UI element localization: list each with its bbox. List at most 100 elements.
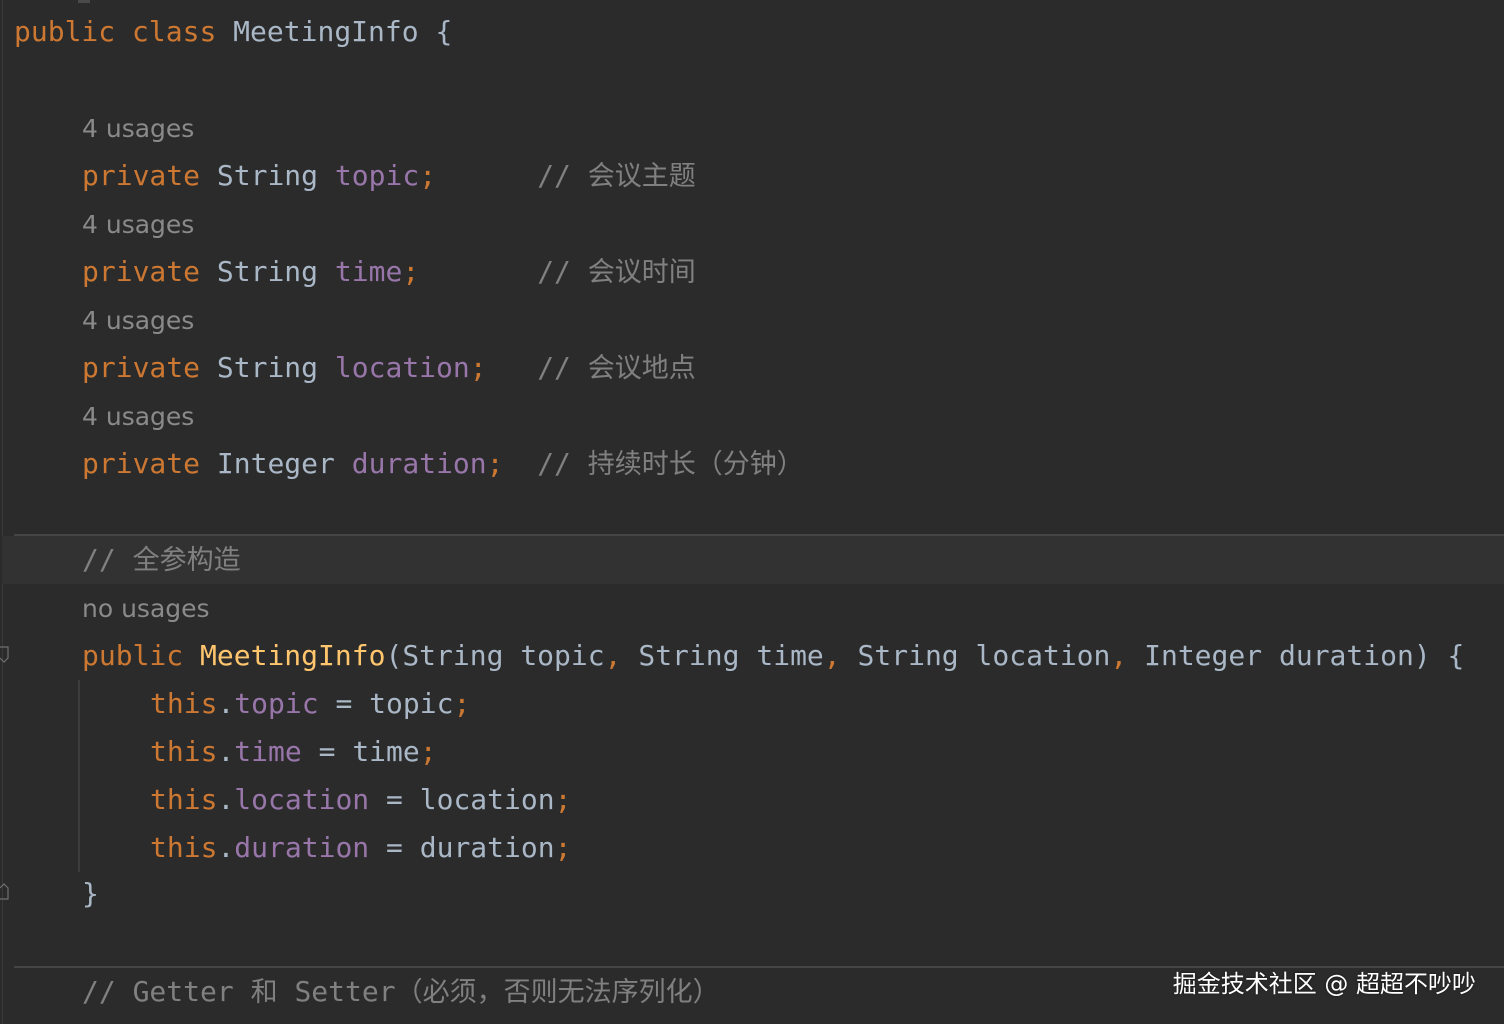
keyword-class: class	[132, 15, 217, 48]
alignment-space	[487, 351, 538, 384]
keyword-this: this	[150, 831, 218, 864]
assignment-line[interactable]: this.duration = duration;	[150, 828, 571, 868]
comment-getter: Getter	[132, 975, 234, 1008]
usages-hint[interactable]: no usages	[82, 591, 210, 627]
field-type: Integer	[216, 447, 335, 480]
assignment-line[interactable]: this.topic = topic;	[150, 684, 470, 724]
assigned-value: time	[352, 735, 420, 768]
field-line[interactable]: private String location; // 会议地点	[82, 348, 696, 388]
assign-op: =	[318, 687, 370, 720]
comment-slashes: //	[537, 255, 571, 288]
field-type: String	[216, 255, 319, 288]
param-name: time	[756, 639, 824, 672]
keyword-public: public	[82, 639, 184, 672]
field-type: String	[216, 351, 319, 384]
keyword-private: private	[82, 351, 201, 384]
comment-slashes: //	[537, 159, 571, 192]
constructor-signature-line[interactable]: public MeetingInfo(String topic, String …	[82, 636, 1464, 676]
comment-slashes: //	[537, 447, 571, 480]
semicolon: ;	[469, 351, 487, 384]
close-brace: }	[82, 877, 99, 910]
assigned-value: topic	[369, 687, 454, 720]
constructor-close-line[interactable]: }	[82, 874, 99, 914]
param-type: Integer	[1144, 639, 1263, 672]
assigned-value: location	[419, 783, 555, 816]
open-brace: {	[435, 15, 453, 48]
comma: ,	[823, 639, 841, 672]
assigned-value: duration	[419, 831, 555, 864]
constructor-comment: 全参构造	[132, 545, 241, 576]
keyword-this: this	[150, 735, 218, 768]
assignment-line[interactable]: this.location = location;	[150, 780, 571, 820]
field-ref: duration	[234, 831, 370, 864]
alignment-space	[419, 255, 537, 288]
close-paren-brace: ) {	[1413, 639, 1465, 672]
comma: ,	[1110, 639, 1128, 672]
alignment-space	[503, 447, 537, 480]
semicolon: ;	[419, 735, 437, 768]
watermark: 掘金技术社区 @ 超超不吵吵	[1172, 970, 1476, 998]
comment-note: （必须，否则无法序列化）	[395, 977, 720, 1008]
keyword-this: this	[150, 687, 218, 720]
getter-comment-line[interactable]: // Getter 和 Setter（必须，否则无法序列化）	[82, 972, 720, 1012]
usages-hint[interactable]: 4 usages	[82, 207, 194, 243]
assign-op: =	[369, 831, 420, 864]
semicolon: ;	[554, 831, 572, 864]
constructor-name: MeetingInfo	[200, 639, 386, 672]
class-declaration-line[interactable]: public class MeetingInfo {	[14, 12, 452, 52]
field-name: time	[334, 255, 403, 288]
semicolon: ;	[402, 255, 420, 288]
dot: .	[217, 735, 235, 768]
field-comment: 会议主题	[587, 161, 696, 192]
param-type: String	[402, 639, 504, 672]
usages-hint[interactable]: 4 usages	[82, 303, 194, 339]
dot: .	[217, 783, 235, 816]
comment-setter: Setter	[294, 975, 396, 1008]
param-type: String	[638, 639, 740, 672]
param-name: duration	[1278, 639, 1414, 672]
gutter-border	[2, 0, 3, 1024]
keyword-private: private	[82, 255, 201, 288]
param-type: String	[857, 639, 959, 672]
field-comment: 持续时长（分钟）	[587, 449, 804, 480]
comment-slashes: //	[82, 543, 116, 576]
assign-op: =	[301, 735, 353, 768]
comment-slashes: //	[82, 975, 116, 1008]
field-ref: time	[234, 735, 302, 768]
field-line[interactable]: private Integer duration; // 持续时长（分钟）	[82, 444, 804, 484]
param-name: topic	[520, 639, 605, 672]
scroll-mark	[78, 0, 90, 3]
assignment-line[interactable]: this.time = time;	[150, 732, 437, 772]
comment-and: 和	[250, 977, 278, 1008]
dot: .	[217, 687, 235, 720]
comma: ,	[604, 639, 622, 672]
keyword-this: this	[150, 783, 218, 816]
field-ref: location	[234, 783, 370, 816]
field-type: String	[216, 159, 319, 192]
field-name: duration	[351, 447, 487, 480]
usages-hint[interactable]: 4 usages	[82, 399, 194, 435]
dot: .	[217, 831, 235, 864]
field-comment: 会议时间	[587, 257, 696, 288]
code-editor[interactable]: public class MeetingInfo { 4 usages priv…	[0, 0, 1504, 1024]
fold-close-icon[interactable]	[0, 882, 10, 900]
comment-slashes: //	[537, 351, 571, 384]
usages-hint[interactable]: 4 usages	[82, 111, 194, 147]
semicolon: ;	[419, 159, 437, 192]
semicolon: ;	[486, 447, 504, 480]
keyword-private: private	[82, 447, 201, 480]
field-ref: topic	[234, 687, 319, 720]
class-name: MeetingInfo	[233, 15, 419, 48]
keyword-private: private	[82, 159, 201, 192]
param-name: location	[975, 639, 1111, 672]
field-line[interactable]: private String topic; // 会议主题	[82, 156, 696, 196]
alignment-space	[436, 159, 537, 192]
fold-open-icon[interactable]	[0, 646, 10, 664]
constructor-comment-line[interactable]: // 全参构造	[82, 540, 241, 580]
assign-op: =	[369, 783, 420, 816]
open-paren: (	[385, 639, 403, 672]
field-comment: 会议地点	[587, 353, 696, 384]
field-line[interactable]: private String time; // 会议时间	[82, 252, 696, 292]
field-name: location	[334, 351, 470, 384]
field-name: topic	[334, 159, 420, 192]
